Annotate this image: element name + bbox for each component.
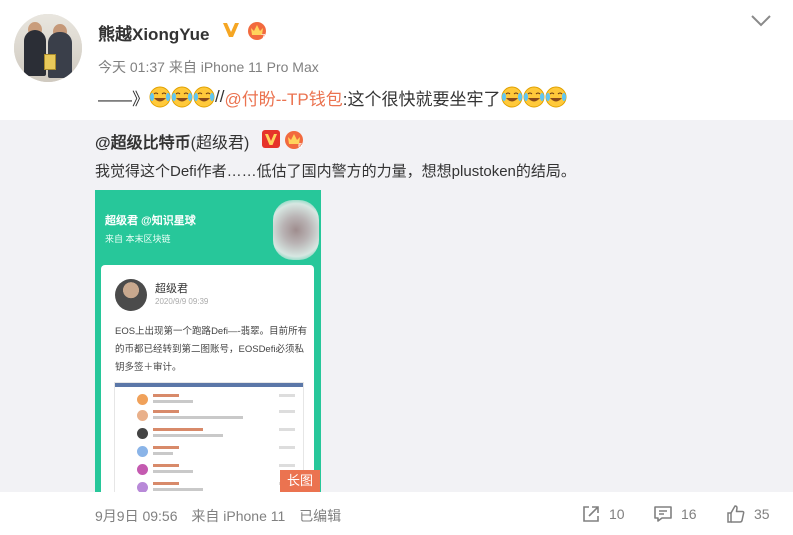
list-item <box>137 463 297 479</box>
weibo-post-card: 熊越XiongYue 7 今天 01:37 来自 iPhone 11 Pro M… <box>0 0 793 535</box>
repost-author[interactable]: @超级比特币(超级君) <box>95 129 249 153</box>
post-source: 来自 iPhone 11 <box>191 508 286 524</box>
long-image-badge: 长图 <box>280 470 320 492</box>
author-avatar[interactable] <box>14 14 82 82</box>
content-prefix: ——》 <box>98 89 149 109</box>
embedded-screenshot <box>115 383 303 492</box>
share-button[interactable]: 10 <box>581 503 625 525</box>
post-footer-info: 9月9日 09:56 来自 iPhone 11 已编辑 <box>95 506 351 526</box>
like-count: 35 <box>754 506 770 522</box>
verified-v-icon <box>262 130 280 148</box>
laugh-cry-emoji-icon <box>171 86 193 108</box>
chevron-down-icon[interactable] <box>750 14 772 28</box>
image-inner-card: 超级君 2020/9/9 09:39 EOS上出现第一个跑路Defi—-翡翠。目… <box>101 265 314 492</box>
list-item <box>137 409 297 425</box>
svg-text:6: 6 <box>298 142 303 150</box>
svg-text:7: 7 <box>261 33 265 41</box>
content-separator: // <box>215 87 225 106</box>
vip-crown-icon[interactable]: 6 <box>283 128 305 150</box>
edited-label[interactable]: 已编辑 <box>299 508 341 524</box>
laugh-cry-emoji-icon <box>193 86 215 108</box>
blurred-qr-region <box>273 200 319 260</box>
laugh-cry-emoji-icon <box>149 86 171 108</box>
laugh-cry-emoji-icon <box>523 86 544 108</box>
list-item <box>137 445 297 461</box>
list-item <box>137 481 297 492</box>
comment-button[interactable]: 16 <box>653 503 697 525</box>
repost-author-nick: (超级君) <box>190 135 250 152</box>
image-card-name: 超级君 <box>155 283 188 295</box>
repost-author-handle[interactable]: @超级比特币 <box>95 135 191 152</box>
thumbs-up-icon <box>727 505 745 523</box>
post-content: ——》 // @付盼--TP钱包 :这个很快就要坐牢了 <box>98 84 567 110</box>
list-item <box>137 427 297 443</box>
image-header-title: 超级君 @知识星球 <box>105 215 196 227</box>
content-suffix: :这个很快就要坐牢了 <box>342 89 501 109</box>
laugh-cry-emoji-icon <box>501 86 522 108</box>
share-icon <box>583 506 599 522</box>
repost-box: @超级比特币(超级君) 6 我觉得这个Defi作者……低估了国内警方的力量，想想… <box>0 120 793 492</box>
vip-crown-icon[interactable]: 7 <box>246 19 268 41</box>
mention-link[interactable]: @付盼--TP钱包 <box>224 85 342 110</box>
share-count: 10 <box>609 506 625 522</box>
list-item <box>137 393 297 409</box>
laugh-cry-emoji-icon <box>545 86 566 108</box>
long-image-thumbnail[interactable]: 超级君 @知识星球 来自 本末区块链 超级君 2020/9/9 09:39 EO… <box>95 190 321 492</box>
image-header-sub: 来自 本末区块链 <box>105 234 171 244</box>
avatar <box>115 279 147 311</box>
image-card-body: EOS上出现第一个跑路Defi—-翡翠。目前所有的币都已经转到第二图账号，EOS… <box>115 326 308 373</box>
comment-icon <box>654 506 672 522</box>
author-name[interactable]: 熊越XiongYue <box>98 20 209 45</box>
post-meta: 今天 01:37 来自 iPhone 11 Pro Max <box>98 59 319 75</box>
post-time[interactable]: 9月9日 09:56 <box>95 508 178 524</box>
verified-v-icon <box>223 23 239 37</box>
repost-text: 我觉得这个Defi作者……低估了国内警方的力量，想想plustoken的结局。 <box>95 163 576 180</box>
comment-count: 16 <box>681 506 697 522</box>
like-button[interactable]: 35 <box>726 503 770 525</box>
image-card-date: 2020/9/9 09:39 <box>155 297 209 306</box>
